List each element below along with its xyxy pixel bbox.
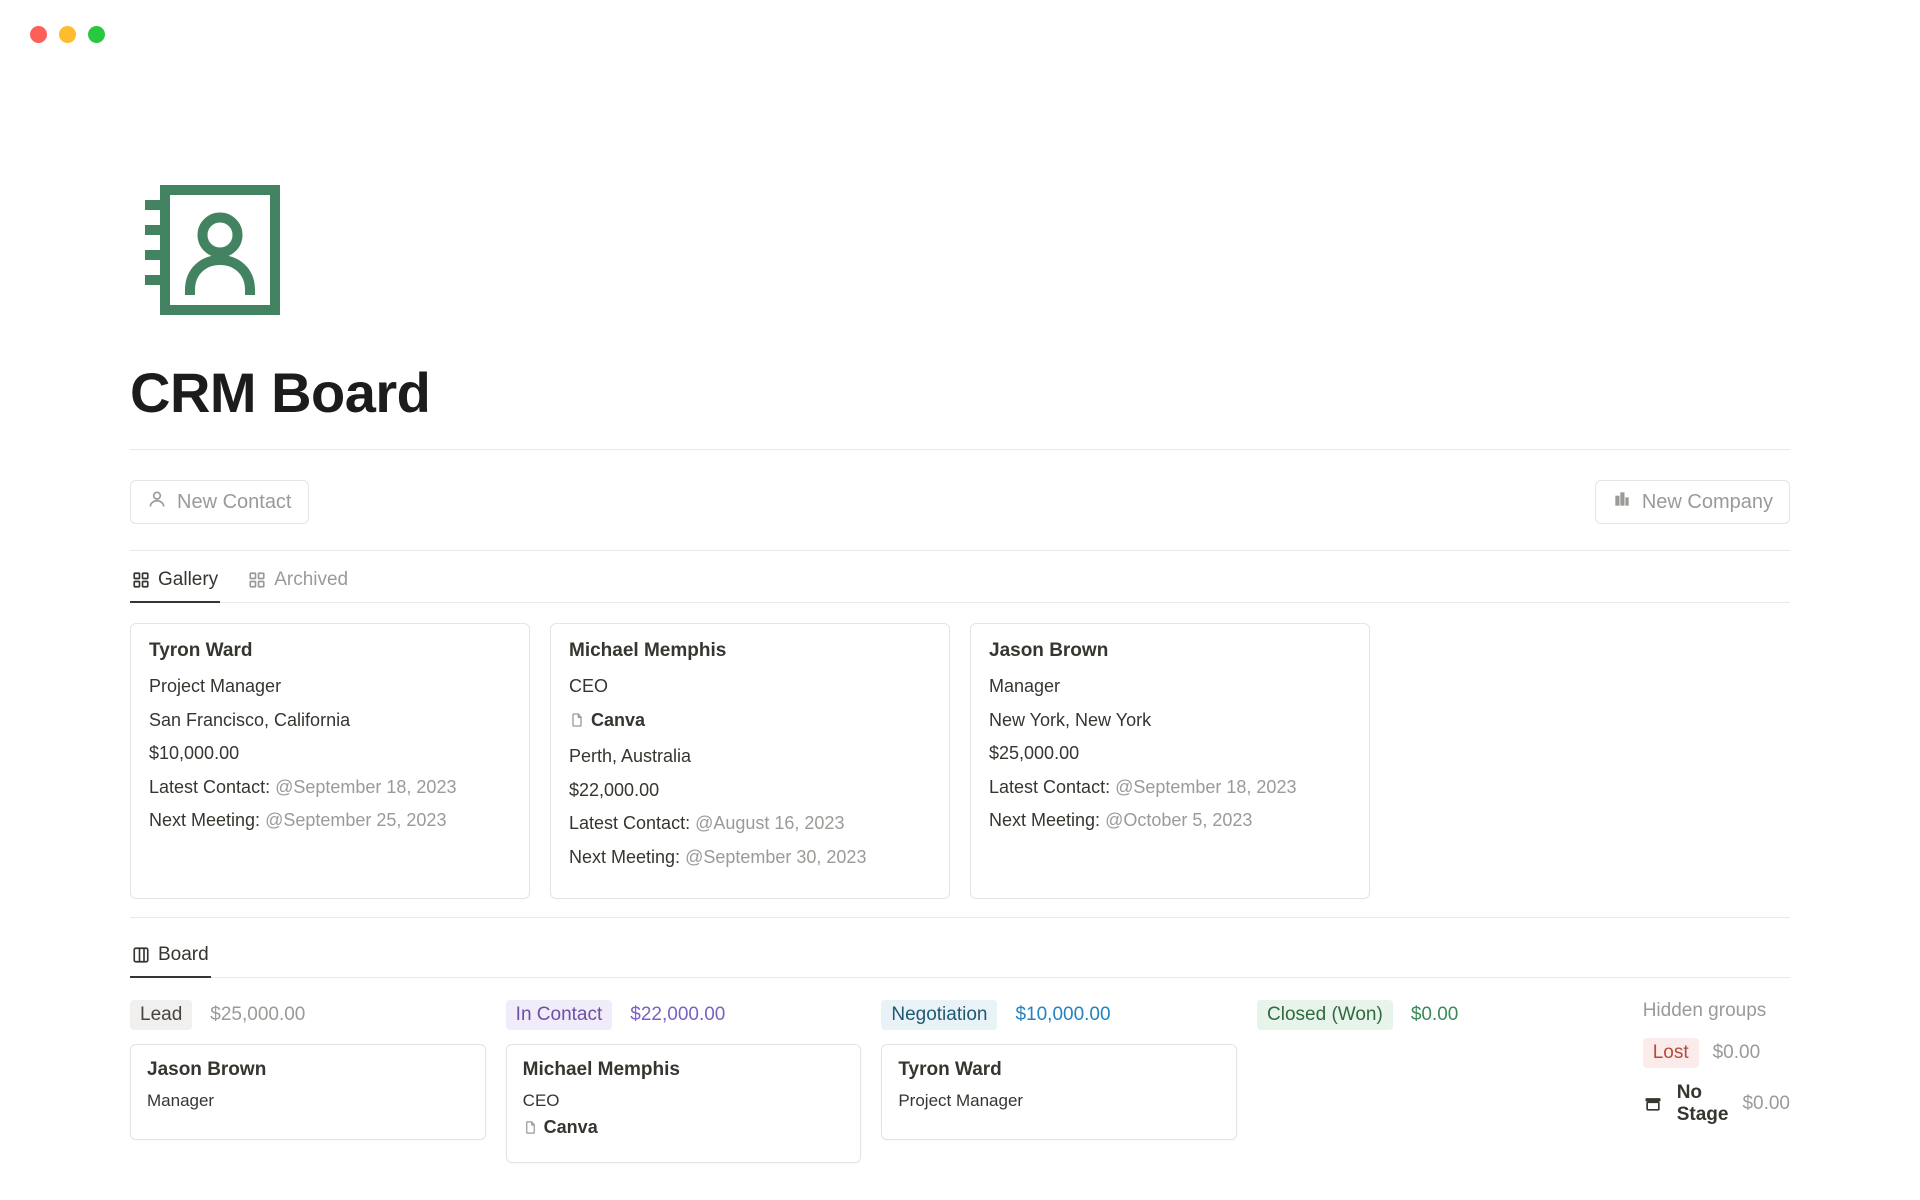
tab-archived[interactable]: Archived [246,561,350,603]
card-next-meeting: Next Meeting: @September 30, 2023 [569,847,931,869]
gallery-card[interactable]: Jason Brown Manager New York, New York $25,… [970,623,1370,899]
person-add-icon [147,489,167,515]
board-column: Negotiation $10,000.00 Tyron Ward Projec… [881,1000,1237,1140]
archive-icon [1643,1094,1663,1114]
stage-pill[interactable]: Closed (Won) [1257,1000,1393,1030]
card-next-meeting: Next Meeting: @September 25, 2023 [149,810,511,832]
card-amount: $22,000.00 [569,780,931,802]
board-column: In Contact $22,000.00 Michael Memphis CE… [506,1000,862,1163]
card-latest-contact: Latest Contact: @August 16, 2023 [569,813,931,835]
gallery-view-icon [248,571,266,589]
no-stage-label: No Stage [1677,1082,1729,1126]
no-stage-amount: $0.00 [1742,1093,1790,1115]
tab-board[interactable]: Board [130,936,211,978]
board-columns: Lead $25,000.00 Jason Brown Manager In C… [130,978,1790,1163]
board-card-role: CEO [523,1091,845,1111]
card-role: Project Manager [149,676,511,698]
card-amount: $25,000.00 [989,743,1351,765]
card-latest-contact: Latest Contact: @September 18, 2023 [989,777,1351,799]
close-window-icon[interactable] [30,26,47,43]
page-title: CRM Board [130,360,1790,425]
stage-pill[interactable]: Lead [130,1000,192,1030]
divider [130,917,1790,918]
minimize-window-icon[interactable] [59,26,76,43]
card-name: Michael Memphis [569,640,931,662]
card-role: Manager [989,676,1351,698]
stage-pill-lost: Lost [1643,1038,1699,1068]
stage-amount: $0.00 [1411,1004,1459,1026]
tab-gallery[interactable]: Gallery [130,561,220,603]
new-contact-button[interactable]: New Contact [130,480,309,524]
company-chip[interactable]: Canva [523,1117,598,1138]
board-column: Lead $25,000.00 Jason Brown Manager [130,1000,486,1140]
company-name: Canva [544,1117,598,1138]
new-company-button[interactable]: New Company [1595,480,1790,524]
board-card-name: Michael Memphis [523,1059,845,1081]
stage-amount: $10,000.00 [1015,1004,1110,1026]
stage-amount: $25,000.00 [210,1004,305,1026]
hidden-groups: Hidden groups Lost $0.00 No Stage $0.00 [1633,1000,1790,1140]
new-company-label: New Company [1642,491,1773,514]
company-name: Canva [591,710,645,732]
page-icon-contact-book[interactable] [130,170,1790,330]
board-view-icon [132,946,150,964]
stage-amount: $22,000.00 [630,1004,725,1026]
gallery-view-icon [132,571,150,589]
card-location: Perth, Australia [569,746,931,768]
new-contact-label: New Contact [177,491,292,514]
board-card-name: Jason Brown [147,1059,469,1081]
tab-board-label: Board [158,944,209,966]
board-card-name: Tyron Ward [898,1059,1220,1081]
gallery-card[interactable]: Michael Memphis CEO Canva Perth, Australia… [550,623,950,899]
gallery-cards: Tyron Ward Project Manager San Francisco, … [130,603,1790,899]
board-card[interactable]: Michael Memphis CEO Canva [506,1044,862,1163]
window-traffic-lights [30,26,105,43]
hidden-group-lost[interactable]: Lost $0.00 [1643,1038,1790,1068]
card-next-meeting: Next Meeting: @October 5, 2023 [989,810,1351,832]
stage-pill[interactable]: Negotiation [881,1000,997,1030]
board-card[interactable]: Jason Brown Manager [130,1044,486,1140]
hidden-groups-title: Hidden groups [1643,1000,1790,1022]
board-card[interactable]: Tyron Ward Project Manager [881,1044,1237,1140]
board-column: Closed (Won) $0.00 [1257,1000,1613,1044]
card-name: Tyron Ward [149,640,511,662]
stage-pill[interactable]: In Contact [506,1000,613,1030]
company-chip[interactable]: Canva [569,710,645,732]
board-card-role: Manager [147,1091,469,1111]
hidden-group-nostage[interactable]: No Stage $0.00 [1643,1082,1790,1126]
maximize-window-icon[interactable] [88,26,105,43]
card-amount: $10,000.00 [149,743,511,765]
gallery-card[interactable]: Tyron Ward Project Manager San Francisco, … [130,623,530,899]
card-name: Jason Brown [989,640,1351,662]
card-role: CEO [569,676,931,698]
lost-amount: $0.00 [1713,1042,1761,1064]
card-location: San Francisco, California [149,710,511,732]
tab-gallery-label: Gallery [158,569,218,591]
building-icon [1612,489,1632,515]
card-location: New York, New York [989,710,1351,732]
board-card-role: Project Manager [898,1091,1220,1111]
card-latest-contact: Latest Contact: @September 18, 2023 [149,777,511,799]
tab-archived-label: Archived [274,569,348,591]
